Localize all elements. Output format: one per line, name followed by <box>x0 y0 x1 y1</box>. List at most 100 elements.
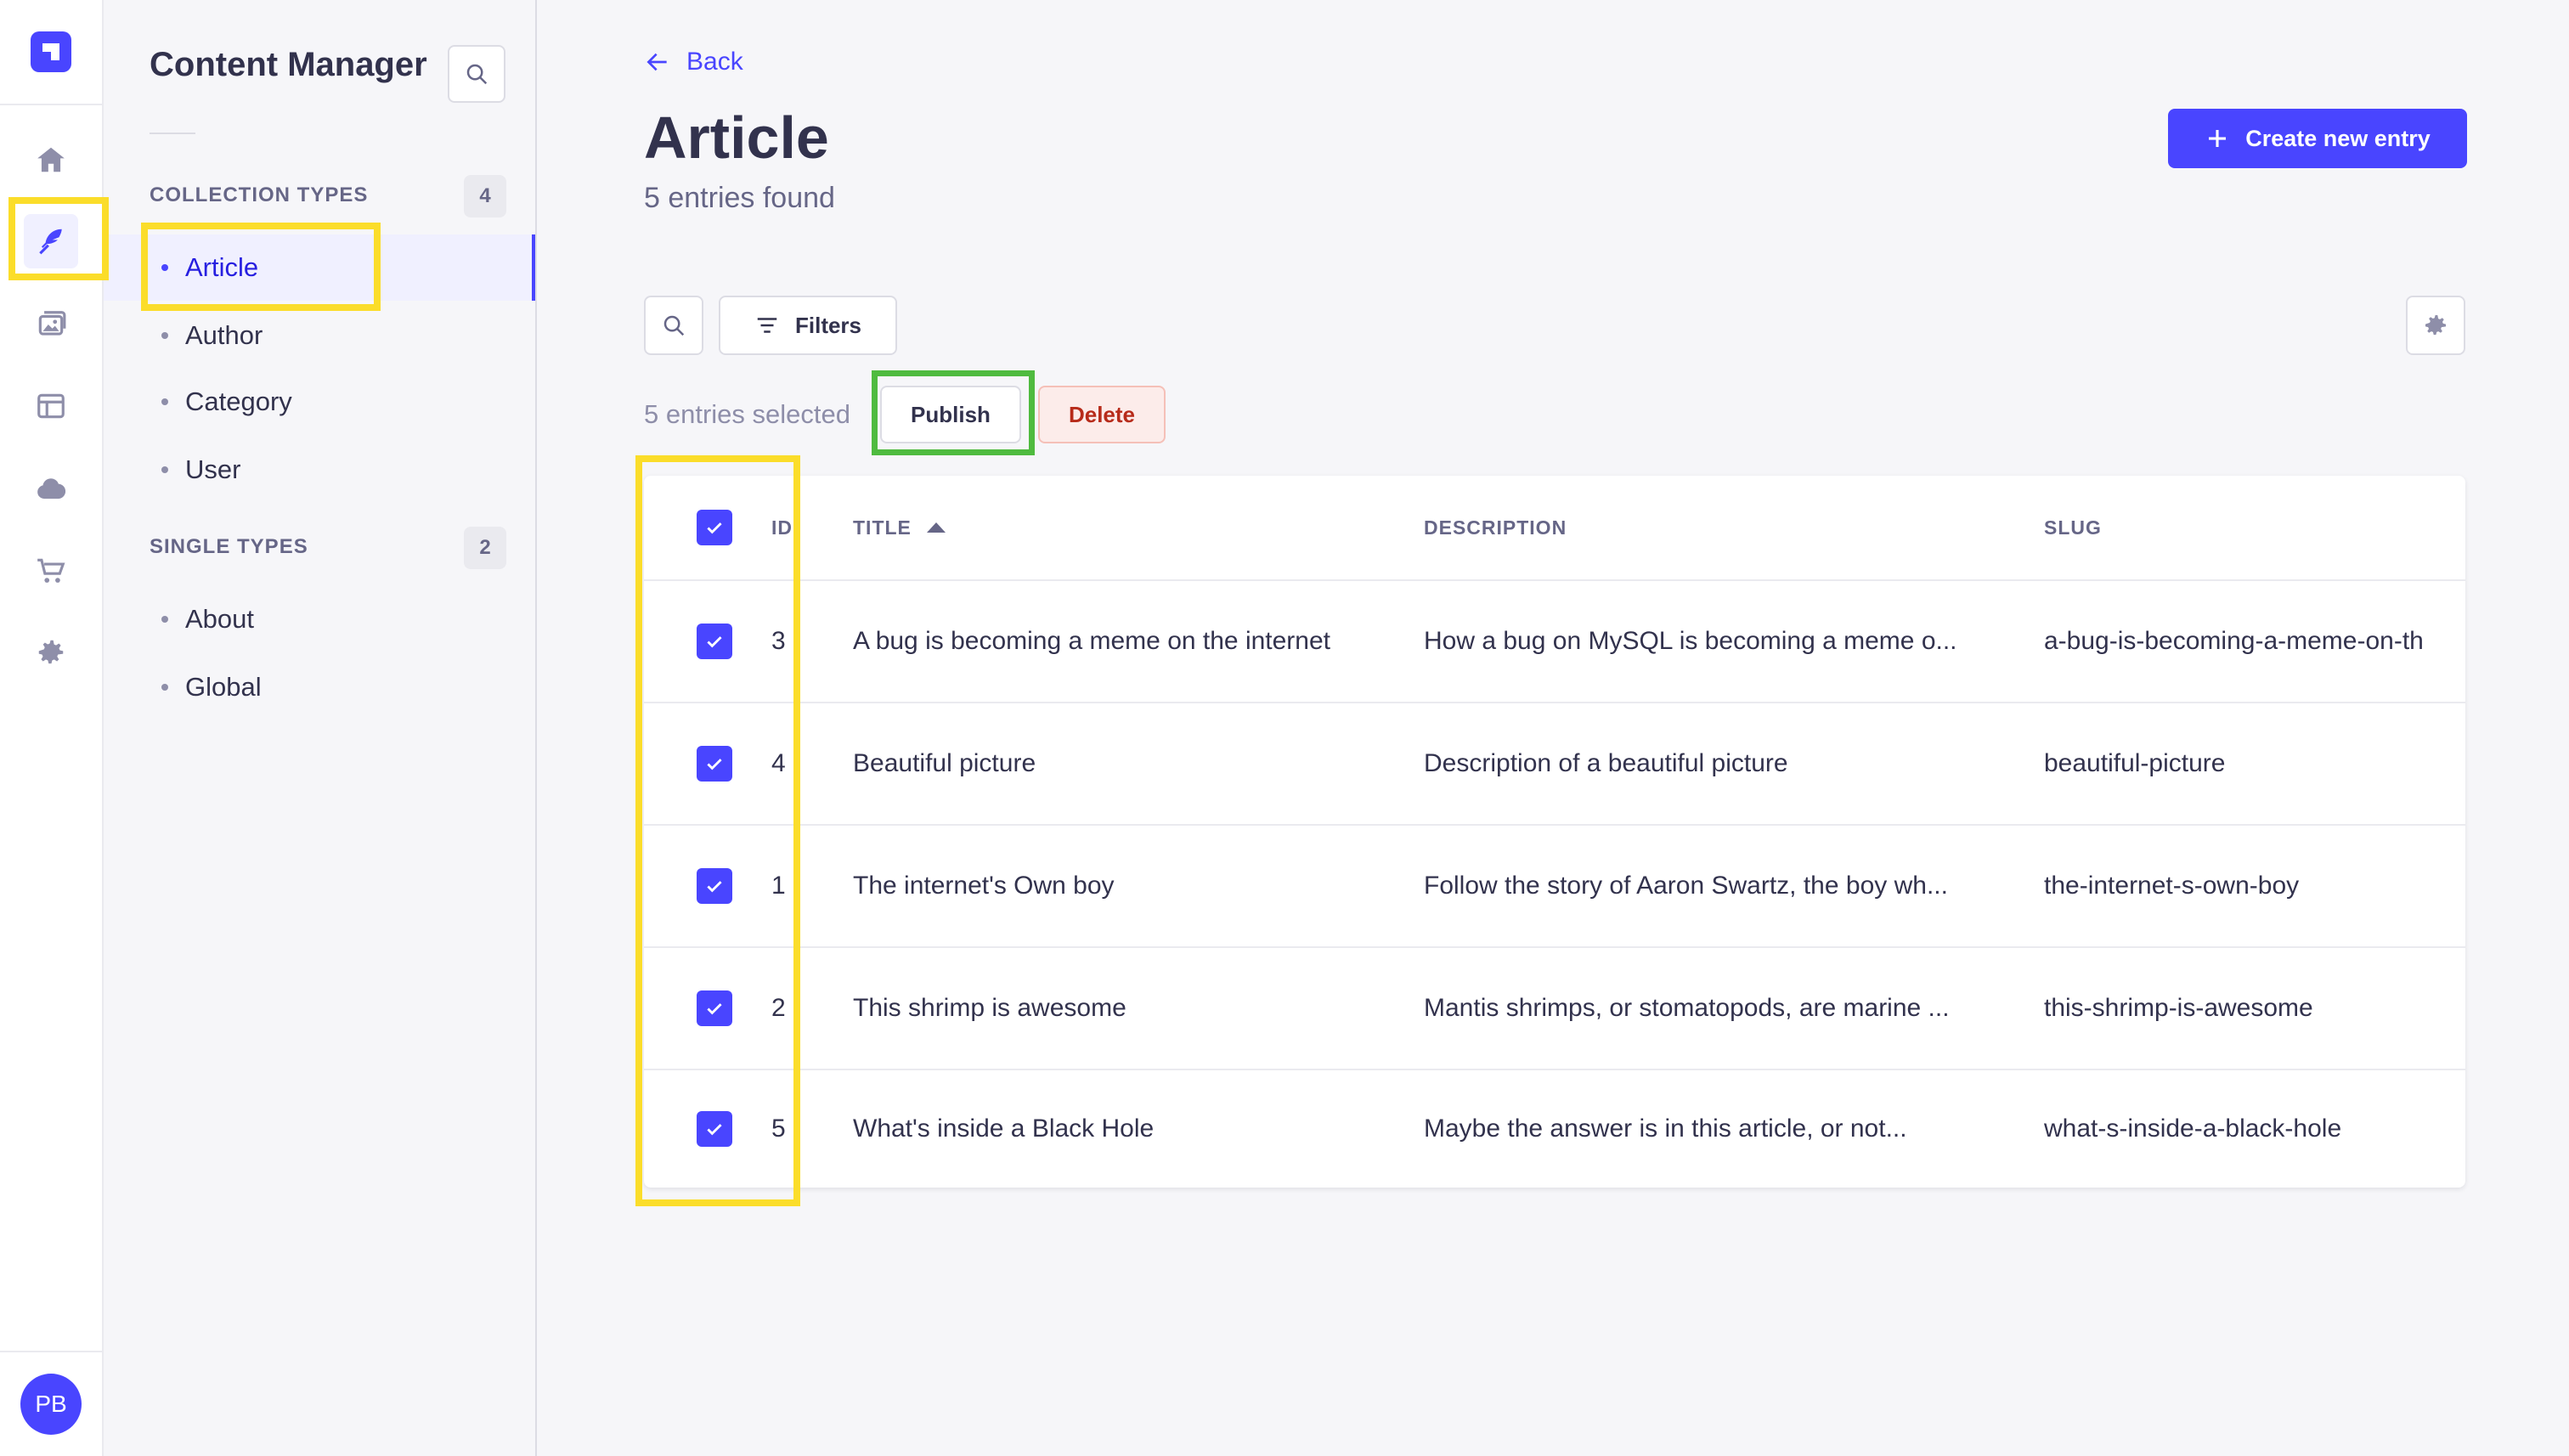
table-row[interactable]: 5 What's inside a Black Hole Maybe the a… <box>644 1070 2465 1188</box>
cloud-icon[interactable] <box>24 462 78 516</box>
collection-types-count: 4 <box>464 175 506 217</box>
profile: PB <box>0 1351 102 1456</box>
cell-description: Maybe the answer is in this article, or … <box>1424 1115 1907 1143</box>
back-link[interactable]: Back <box>644 48 743 76</box>
select-all-cell <box>697 476 737 579</box>
subnav-item-user[interactable]: User <box>104 437 535 503</box>
table-row[interactable]: 1 The internet's Own boy Follow the stor… <box>644 826 2465 948</box>
cell-slug: this-shrimp-is-awesome <box>2044 994 2313 1022</box>
subnav-item-article[interactable]: Article <box>104 234 535 301</box>
feather-icon[interactable] <box>24 214 78 268</box>
gear-icon <box>2425 315 2446 336</box>
entries-table: ID TITLE DESCRIPTION SLUG 3 A bug is bec… <box>644 476 2465 1188</box>
subnav-item-label: About <box>185 604 255 634</box>
table-search-button[interactable] <box>644 296 703 355</box>
avatar[interactable]: PB <box>20 1374 82 1435</box>
subnav-divider <box>150 133 195 134</box>
row-checkbox[interactable] <box>697 1111 732 1147</box>
check-icon <box>707 522 722 534</box>
table-row[interactable]: 3 A bug is becoming a meme on the intern… <box>644 581 2465 703</box>
cell-slug: the-internet-s-own-boy <box>2044 872 2300 900</box>
strapi-logo[interactable] <box>31 31 71 72</box>
check-icon <box>707 759 722 770</box>
row-checkbox[interactable] <box>697 624 732 659</box>
row-select-cell <box>697 581 737 702</box>
filters-button[interactable]: Filters <box>719 296 897 355</box>
bullet-icon <box>161 466 168 473</box>
table-header-row: ID TITLE DESCRIPTION SLUG <box>644 476 2465 581</box>
gear-icon[interactable] <box>24 625 78 680</box>
subnav-item-label: User <box>185 454 241 484</box>
cell-id: 5 <box>771 1115 786 1143</box>
cell-title: The internet's Own boy <box>853 872 1115 900</box>
cell-slug: what-s-inside-a-black-hole <box>2044 1115 2342 1143</box>
row-select-cell <box>697 1070 737 1188</box>
table-row[interactable]: 2 This shrimp is awesome Mantis shrimps,… <box>644 948 2465 1070</box>
subnav-item-global[interactable]: Global <box>104 654 535 720</box>
app: PB Content Manager COLLECTION TYPES 4 Ar… <box>0 0 2569 1456</box>
single-types-count: 2 <box>464 527 506 569</box>
entries-count: 5 entries found <box>644 182 835 214</box>
column-header-title[interactable]: TITLE <box>853 476 1414 579</box>
subnav-search-button[interactable] <box>448 45 505 103</box>
cell-id: 1 <box>771 872 786 900</box>
filters-label: Filters <box>794 312 862 338</box>
arrow-left-icon <box>646 53 667 71</box>
row-checkbox[interactable] <box>697 746 732 782</box>
home-icon[interactable] <box>24 133 78 187</box>
cell-slug: beautiful-picture <box>2044 749 2226 777</box>
cell-title: A bug is becoming a meme on the internet <box>853 627 1331 655</box>
cell-description: How a bug on MySQL is becoming a meme o.… <box>1424 627 1957 655</box>
search-icon <box>663 315 685 336</box>
check-icon <box>707 636 722 648</box>
cell-title: Beautiful picture <box>853 749 1036 777</box>
row-select-cell <box>697 948 737 1069</box>
cell-description: Follow the story of Aaron Swartz, the bo… <box>1424 872 1948 900</box>
table-settings-button[interactable] <box>2406 296 2465 355</box>
column-header-slug[interactable]: SLUG <box>2044 476 2465 579</box>
collection-types-heading[interactable]: COLLECTION TYPES <box>150 183 368 207</box>
cell-title: What's inside a Black Hole <box>853 1115 1155 1143</box>
row-checkbox[interactable] <box>697 868 732 904</box>
subnav-item-about[interactable]: About <box>104 586 535 652</box>
column-header-description[interactable]: DESCRIPTION <box>1424 476 2027 579</box>
single-types-heading[interactable]: SINGLE TYPES <box>150 535 308 559</box>
subnav-title: Content Manager <box>150 46 427 83</box>
bullet-icon <box>161 616 168 623</box>
subnav-item-label: Article <box>185 252 259 282</box>
layout-icon[interactable] <box>24 379 78 433</box>
bullet-icon <box>161 684 168 691</box>
subnav-item-category[interactable]: Category <box>104 369 535 435</box>
bullet-icon <box>161 332 168 339</box>
content-manager-subnav: Content Manager COLLECTION TYPES 4 Artic… <box>104 0 537 1456</box>
create-new-entry-button[interactable]: Create new entry <box>2168 109 2467 168</box>
plus-icon <box>2209 130 2227 147</box>
sort-ascending-icon <box>926 522 946 533</box>
page-title: Article <box>644 104 829 171</box>
row-checkbox[interactable] <box>697 990 732 1026</box>
selection-status: 5 entries selected <box>644 399 850 429</box>
subnav-item-label: Author <box>185 320 263 350</box>
check-icon <box>707 1003 722 1015</box>
subnav-item-label: Global <box>185 672 262 702</box>
publish-button[interactable]: Publish <box>880 386 1021 443</box>
delete-button[interactable]: Delete <box>1038 386 1166 443</box>
search-icon <box>466 64 488 85</box>
subnav-item-author[interactable]: Author <box>104 302 535 369</box>
column-header-id[interactable]: ID <box>771 476 797 579</box>
main-content: Back Article 5 entries found Create new … <box>537 0 2569 1456</box>
cell-description: Mantis shrimps, or stomatopods, are mari… <box>1424 994 1950 1022</box>
row-select-cell <box>697 826 737 946</box>
shopping-cart-icon[interactable] <box>24 544 78 598</box>
select-all-checkbox[interactable] <box>697 510 732 545</box>
table-row[interactable]: 4 Beautiful picture Description of a bea… <box>644 703 2465 826</box>
media-library-icon[interactable] <box>24 297 78 352</box>
cell-id: 3 <box>771 627 786 655</box>
subnav-item-label: Category <box>185 387 292 416</box>
row-select-cell <box>697 703 737 824</box>
check-icon <box>707 1124 722 1136</box>
cell-id: 4 <box>771 749 786 777</box>
check-icon <box>707 881 722 893</box>
bullet-icon <box>161 398 168 405</box>
bullet-icon <box>161 264 168 271</box>
